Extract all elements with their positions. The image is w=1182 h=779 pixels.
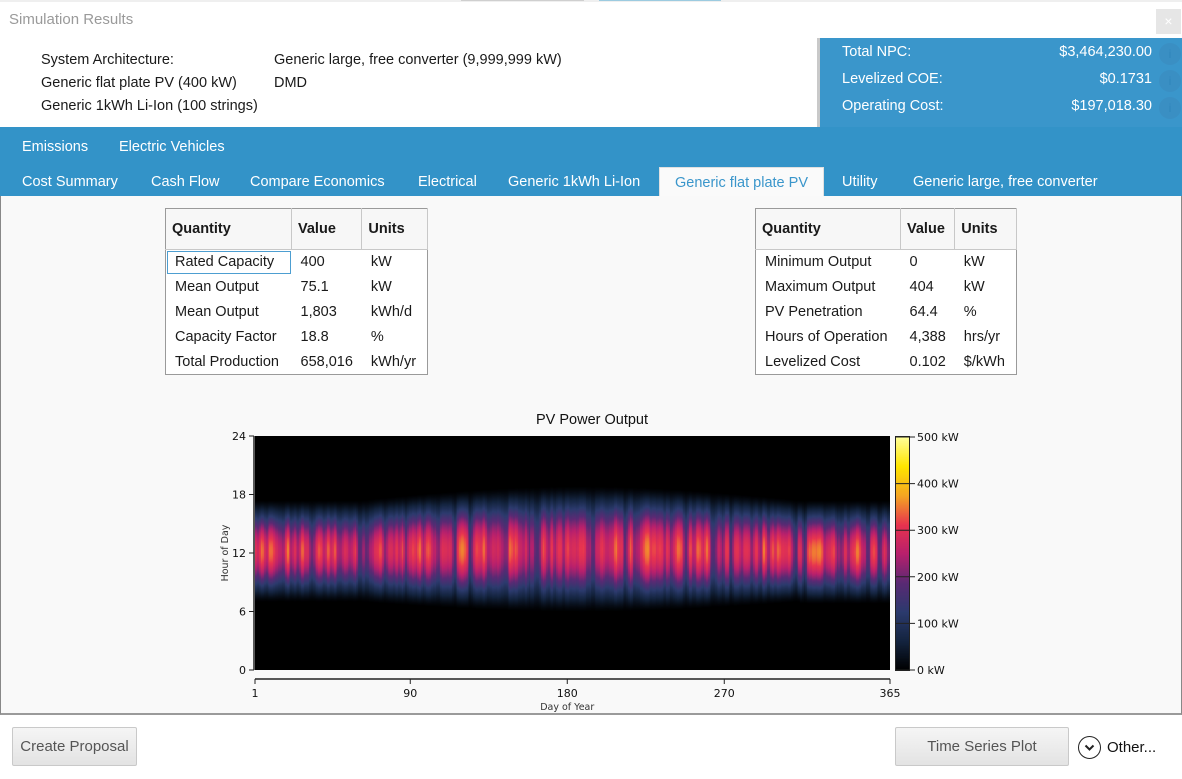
x-tick-label: 365 <box>880 687 901 700</box>
tab-cost-summary[interactable]: Cost Summary <box>22 167 118 197</box>
operating-cost-row: Operating Cost: $197,018.30 <box>842 98 1152 118</box>
y-axis-label: Hour of Day <box>220 524 231 581</box>
x-axis-label: Day of Year <box>540 702 594 713</box>
total-npc-row: Total NPC: $3,464,230.00 <box>842 44 1152 64</box>
operating-cost-label: Operating Cost: <box>842 98 944 114</box>
info-icon[interactable]: i <box>1159 97 1181 119</box>
x-tick-label: 1 <box>252 687 259 700</box>
x-tick-label: 90 <box>403 687 417 700</box>
y-tick-label: 24 <box>232 430 246 443</box>
tab-compare-economics[interactable]: Compare Economics <box>250 167 385 197</box>
y-tick-label: 6 <box>239 606 246 619</box>
info-icon[interactable]: i <box>1159 70 1181 92</box>
system-architecture: System Architecture: Generic large, free … <box>41 50 562 119</box>
x-tick-label: 270 <box>714 687 735 700</box>
colorbar-tick-label: 200 kW <box>917 571 959 584</box>
pv-results-content: Quantity Value Units Rated Capacity 400 kW… <box>0 196 1182 715</box>
time-series-plot-button[interactable]: Time Series Plot <box>895 727 1069 766</box>
tab-cash-flow[interactable]: Cash Flow <box>151 167 220 197</box>
architecture-battery: Generic 1kWh Li-Ion (100 strings) <box>41 98 258 114</box>
tab-emissions[interactable]: Emissions <box>22 132 88 162</box>
tab-electric-vehicles[interactable]: Electric Vehicles <box>119 132 225 162</box>
levelized-coe-label: Levelized COE: <box>842 71 943 87</box>
tab-utility[interactable]: Utility <box>842 167 877 197</box>
tab-generic-converter[interactable]: Generic large, free converter <box>913 167 1098 197</box>
simulation-results-window: Simulation Results × System Architecture… <box>0 0 1182 779</box>
heatmap-axes: 0 6 12 18 24 1 90 180 270 365 Day of Year Hour of D… <box>220 430 959 713</box>
colorbar-tick-label: 0 kW <box>917 664 945 677</box>
chevron-down-icon <box>1078 736 1101 759</box>
other-label: Other... <box>1107 739 1157 756</box>
colorbar-tick-label: 100 kW <box>917 617 959 630</box>
total-npc-value: $3,464,230.00 <box>1059 44 1152 60</box>
bottom-bar: Create Proposal Time Series Plot Other..… <box>0 715 1182 779</box>
window-title: Simulation Results <box>9 11 134 28</box>
tab-generic-li-ion[interactable]: Generic 1kWh Li-Ion <box>508 167 640 197</box>
colorbar-frame <box>895 436 910 671</box>
architecture-pv: Generic flat plate PV (400 kW) <box>41 75 237 91</box>
colorbar-tick-label: 300 kW <box>917 524 959 537</box>
results-tab-bar: Emissions Electric Vehicles Cost Summary… <box>0 127 1182 196</box>
tab-generic-flat-plate-pv[interactable]: Generic flat plate PV <box>659 167 824 196</box>
colorbar-tick-label: 500 kW <box>917 431 959 444</box>
y-tick-label: 0 <box>239 664 246 677</box>
create-proposal-button[interactable]: Create Proposal <box>12 727 137 766</box>
architecture-dispatch: DMD <box>274 75 308 91</box>
architecture-converter: Generic large, free converter (9,999,999… <box>274 52 562 68</box>
close-button[interactable]: × <box>1156 9 1181 34</box>
total-npc-label: Total NPC: <box>842 44 912 60</box>
colorbar-tick-label: 400 kW <box>917 478 959 491</box>
cost-summary-panel: Total NPC: $3,464,230.00 i Levelized COE:… <box>817 38 1182 127</box>
info-icon[interactable]: i <box>1159 43 1181 65</box>
tab-electrical[interactable]: Electrical <box>418 167 477 197</box>
y-tick-label: 18 <box>232 489 246 502</box>
architecture-label: System Architecture: <box>41 52 174 68</box>
top-strip <box>0 0 1182 2</box>
levelized-coe-row: Levelized COE: $0.1731 <box>842 71 1152 91</box>
x-tick-label: 180 <box>557 687 578 700</box>
y-tick-label: 12 <box>232 547 246 560</box>
other-menu-button[interactable]: Other... <box>1078 736 1156 759</box>
operating-cost-value: $197,018.30 <box>1071 98 1152 114</box>
levelized-coe-value: $0.1731 <box>1099 71 1152 87</box>
